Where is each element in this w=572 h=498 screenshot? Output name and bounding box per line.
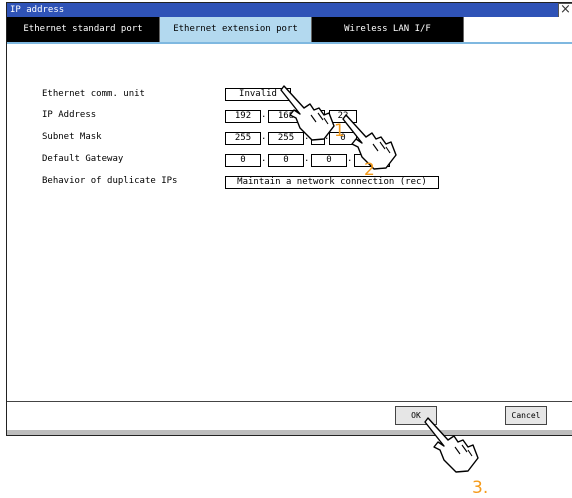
- cancel-button[interactable]: Cancel: [505, 406, 547, 425]
- tab-ethernet-extension-port[interactable]: Ethernet extension port: [160, 17, 312, 42]
- step-3-marker: 3.: [472, 478, 489, 498]
- bottom-shade: [7, 430, 572, 435]
- duplicate-ips-select[interactable]: Maintain a network connection (rec): [225, 176, 439, 189]
- tab-bar-filler: [464, 17, 572, 42]
- duplicate-ips-label: Behavior of duplicate IPs: [42, 176, 178, 186]
- ip-address-window: IP address × Ethernet standard port Ethe…: [6, 2, 572, 436]
- ip-dot: .: [261, 110, 267, 120]
- tab-ethernet-standard-port[interactable]: Ethernet standard port: [7, 17, 160, 42]
- tab-bar: Ethernet standard port Ethernet extensio…: [7, 17, 572, 42]
- subnet-octet-1[interactable]: 255: [225, 132, 261, 145]
- pointing-hand-icon: [424, 417, 479, 473]
- close-button[interactable]: ×: [558, 3, 572, 18]
- gateway-octet-2[interactable]: 0: [268, 154, 304, 167]
- pointing-hand-icon: [280, 85, 335, 141]
- gateway-dot: .: [261, 154, 267, 164]
- button-bar: OK Cancel: [7, 401, 572, 435]
- step-2-marker: 2: [364, 160, 375, 180]
- ip-address-label: IP Address: [42, 110, 97, 120]
- gateway-octet-1[interactable]: 0: [225, 154, 261, 167]
- subnet-dot: .: [261, 132, 267, 142]
- step-1-marker: 1: [334, 121, 345, 141]
- gateway-dot: .: [304, 154, 310, 164]
- window-title: IP address: [7, 3, 572, 17]
- tab-wireless-lan[interactable]: Wireless LAN I/F: [312, 17, 464, 42]
- default-gateway-label: Default Gateway: [42, 154, 124, 164]
- comm-unit-label: Ethernet comm. unit: [42, 89, 145, 99]
- ip-octet-1[interactable]: 192: [225, 110, 261, 123]
- subnet-mask-label: Subnet Mask: [42, 132, 102, 142]
